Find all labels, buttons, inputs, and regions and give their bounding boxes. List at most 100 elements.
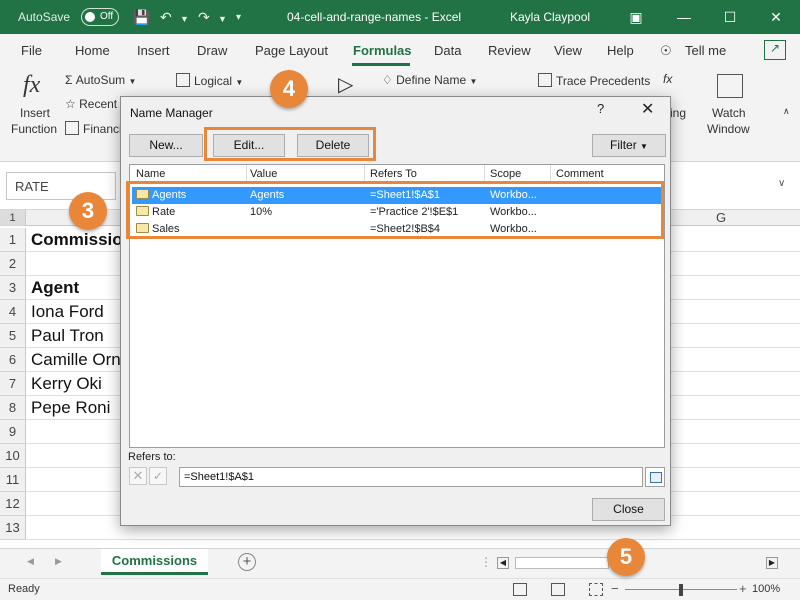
watch-window-label-1[interactable]: Watch bbox=[712, 106, 746, 120]
logical-button[interactable]: Logical ▼ bbox=[176, 73, 243, 88]
sheet-tab-commissions[interactable]: Commissions bbox=[101, 549, 208, 575]
row-header-2[interactable]: 2 bbox=[0, 252, 26, 276]
zoom-slider-thumb[interactable] bbox=[679, 584, 683, 596]
edit-button[interactable]: Edit... bbox=[213, 134, 285, 157]
cell-a4[interactable]: Iona Ford bbox=[31, 302, 104, 322]
col-header-refers-to[interactable]: Refers To bbox=[370, 168, 417, 180]
tell-me-search[interactable]: Tell me bbox=[685, 43, 726, 58]
row-header-9[interactable]: 9 bbox=[0, 420, 26, 444]
help-icon[interactable]: ? bbox=[597, 101, 604, 116]
row-header-7[interactable]: 7 bbox=[0, 372, 26, 396]
cell-a7[interactable]: Kerry Oki bbox=[31, 374, 102, 394]
col-header-scope[interactable]: Scope bbox=[490, 168, 521, 180]
close-window-icon[interactable]: ✕ bbox=[764, 6, 788, 28]
add-sheet-icon[interactable]: + bbox=[238, 553, 256, 571]
row-header-11[interactable]: 11 bbox=[0, 468, 26, 492]
close-icon[interactable]: ✕ bbox=[641, 99, 654, 119]
redo-dropdown-icon[interactable]: ▼ bbox=[218, 14, 227, 24]
row-header-12[interactable]: 12 bbox=[0, 492, 26, 516]
zoom-out-icon[interactable]: − bbox=[611, 581, 619, 596]
trace-precedents-button[interactable]: Trace Precedents bbox=[538, 73, 650, 88]
tab-help[interactable]: Help bbox=[607, 43, 634, 58]
cancel-edit-icon[interactable]: ✕ bbox=[129, 467, 147, 485]
tab-page-layout[interactable]: Page Layout bbox=[255, 43, 328, 58]
names-list[interactable]: Name Value Refers To Scope Comment Agent… bbox=[129, 164, 665, 448]
next-sheet-icon[interactable]: ▶ bbox=[55, 556, 62, 567]
col-header-name[interactable]: Name bbox=[136, 168, 165, 180]
list-item[interactable]: Sales =Sheet2!$B$4 Workbo... bbox=[132, 221, 662, 238]
customize-toolbar-icon[interactable]: ▾ bbox=[236, 12, 241, 23]
refers-to-field[interactable]: =Sheet1!$A$1 bbox=[179, 467, 643, 487]
expand-formula-bar-icon[interactable]: ∨ bbox=[778, 178, 785, 189]
tab-insert[interactable]: Insert bbox=[137, 43, 170, 58]
tab-data[interactable]: Data bbox=[434, 43, 461, 58]
autosave-toggle[interactable]: Off bbox=[81, 8, 119, 26]
row-header-1[interactable]: 1 bbox=[0, 228, 26, 252]
confirm-edit-icon[interactable]: ✓ bbox=[149, 467, 167, 485]
tab-formulas[interactable]: Formulas bbox=[353, 43, 412, 58]
insert-function-icon[interactable]: fx bbox=[23, 72, 40, 99]
user-name[interactable]: Kayla Claypool bbox=[510, 10, 590, 24]
tab-view[interactable]: View bbox=[554, 43, 582, 58]
financial-button[interactable]: Financi bbox=[65, 121, 122, 136]
row-header-3[interactable]: 3 bbox=[0, 276, 26, 300]
row-header-6[interactable]: 6 bbox=[0, 348, 26, 372]
row-header-4[interactable]: 4 bbox=[0, 300, 26, 324]
cell-a6[interactable]: Camille Orne bbox=[31, 350, 130, 370]
save-icon[interactable]: 💾 bbox=[133, 9, 150, 26]
row-header-13[interactable]: 13 bbox=[0, 516, 26, 540]
tab-review[interactable]: Review bbox=[488, 43, 531, 58]
name-manager-dialog: Name Manager ? ✕ New... Edit... Delete F… bbox=[120, 96, 671, 526]
share-icon[interactable]: ↗ bbox=[764, 40, 786, 60]
cell-a5[interactable]: Paul Tron bbox=[31, 326, 104, 346]
cell-a3[interactable]: Agent bbox=[31, 278, 79, 298]
row-header-5[interactable]: 5 bbox=[0, 324, 26, 348]
insert-function-label-1[interactable]: Insert bbox=[20, 106, 50, 120]
zoom-in-icon[interactable]: + bbox=[739, 581, 747, 596]
show-formulas-icon[interactable]: fx bbox=[663, 72, 672, 86]
horizontal-scrollbar[interactable] bbox=[515, 557, 609, 569]
range-picker-icon[interactable] bbox=[645, 467, 665, 487]
zoom-level[interactable]: 100% bbox=[752, 583, 780, 595]
sheet-options-icon[interactable]: ⋮ bbox=[480, 555, 492, 569]
col-header-comment[interactable]: Comment bbox=[556, 168, 604, 180]
page-layout-view-icon[interactable] bbox=[551, 583, 565, 596]
maximize-icon[interactable]: ☐ bbox=[718, 6, 742, 28]
cell-a8[interactable]: Pepe Roni bbox=[31, 398, 110, 418]
scroll-right-icon[interactable]: ▶ bbox=[766, 557, 778, 569]
undo-icon[interactable]: ↶ bbox=[160, 9, 172, 26]
page-break-view-icon[interactable] bbox=[589, 583, 603, 596]
delete-button[interactable]: Delete bbox=[297, 134, 369, 157]
recent-button[interactable]: ☆ Recent bbox=[65, 97, 117, 111]
col-header-value[interactable]: Value bbox=[250, 168, 277, 180]
status-bar: Ready − + 100% bbox=[0, 578, 800, 600]
autosum-button[interactable]: Σ AutoSum ▼ bbox=[65, 73, 136, 87]
new-button[interactable]: New... bbox=[129, 134, 203, 157]
select-all-corner[interactable]: 1 bbox=[0, 210, 26, 226]
row-header-8[interactable]: 8 bbox=[0, 396, 26, 420]
normal-view-icon[interactable] bbox=[513, 583, 527, 596]
collapse-ribbon-icon[interactable]: ∧ bbox=[783, 106, 790, 117]
undo-dropdown-icon[interactable]: ▼ bbox=[180, 14, 189, 24]
list-item[interactable]: Agents Agents =Sheet1!$A$1 Workbo... bbox=[132, 187, 662, 204]
column-header-g[interactable]: G bbox=[716, 210, 726, 225]
insert-function-label-2[interactable]: Function bbox=[11, 122, 57, 136]
prev-sheet-icon[interactable]: ◀ bbox=[27, 556, 34, 567]
watch-window-icon[interactable] bbox=[717, 74, 743, 98]
list-item[interactable]: Rate 10% ='Practice 2'!$E$1 Workbo... bbox=[132, 204, 662, 221]
watch-window-label-2[interactable]: Window bbox=[707, 122, 750, 136]
cell-a1[interactable]: Commission bbox=[31, 230, 133, 250]
scroll-left-icon[interactable]: ◀ bbox=[497, 557, 509, 569]
col-separator bbox=[484, 165, 485, 183]
value-cell: Agents bbox=[250, 189, 285, 201]
ribbon-display-icon[interactable]: ▣ bbox=[624, 6, 648, 28]
define-name-button[interactable]: ♢ Define Name ▼ bbox=[382, 73, 477, 87]
row-header-10[interactable]: 10 bbox=[0, 444, 26, 468]
redo-icon[interactable]: ↷ bbox=[198, 9, 210, 26]
filter-button[interactable]: Filter ▼ bbox=[592, 134, 666, 157]
close-button[interactable]: Close bbox=[592, 498, 665, 521]
tab-draw[interactable]: Draw bbox=[197, 43, 227, 58]
tab-file[interactable]: File bbox=[21, 43, 42, 58]
tab-home[interactable]: Home bbox=[75, 43, 110, 58]
minimize-icon[interactable]: — bbox=[672, 6, 696, 28]
